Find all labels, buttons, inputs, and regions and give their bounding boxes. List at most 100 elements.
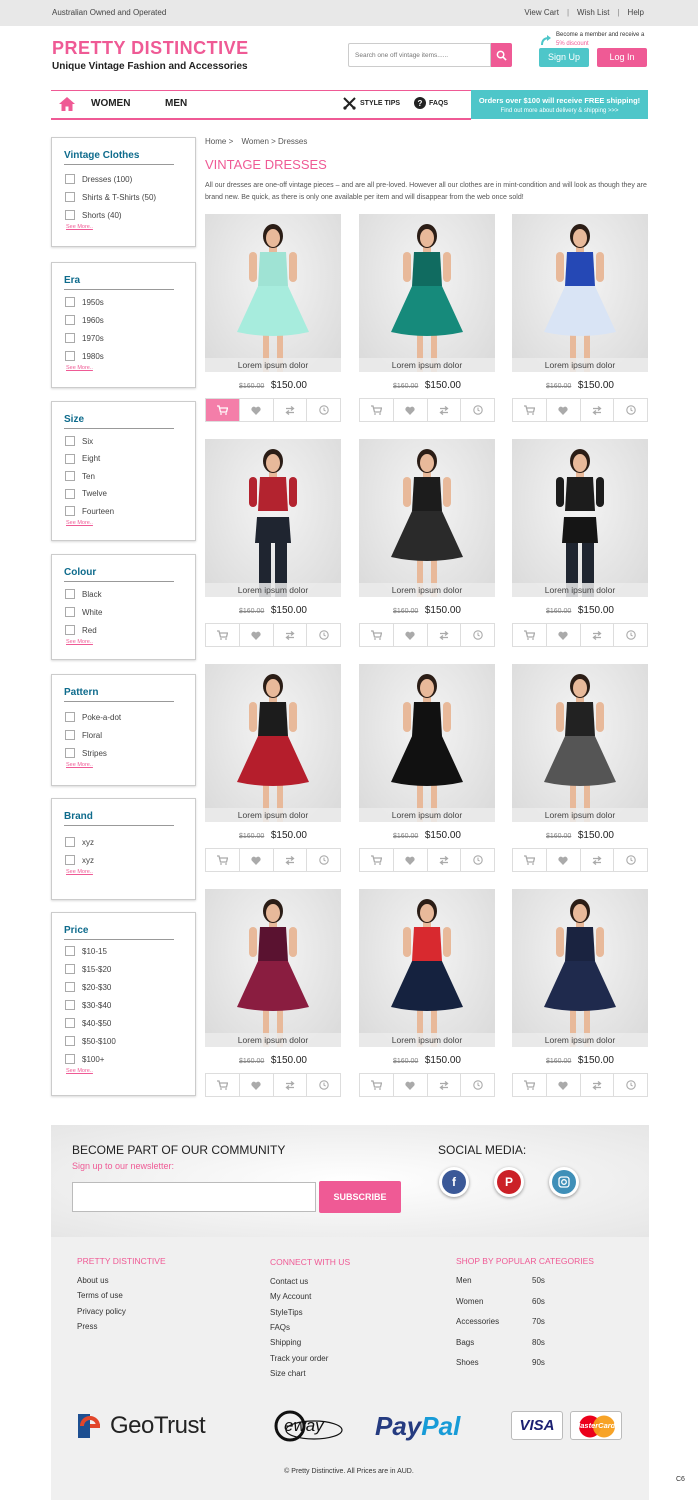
wish-list-link[interactable]: Wish List: [577, 8, 609, 17]
add-to-cart-button[interactable]: [513, 624, 547, 646]
footer-link[interactable]: About us: [77, 1276, 109, 1285]
compare-button[interactable]: [274, 849, 308, 871]
checkbox[interactable]: [65, 712, 75, 722]
product-image[interactable]: [205, 664, 341, 822]
checkbox[interactable]: [65, 351, 75, 361]
era-link[interactable]: 80s: [532, 1338, 545, 1347]
filter-option[interactable]: $30-$40: [65, 1000, 111, 1010]
filter-option[interactable]: Red: [65, 625, 97, 635]
category-link[interactable]: Women: [456, 1297, 483, 1306]
see-more-link[interactable]: See More..: [66, 365, 93, 371]
quick-view-button[interactable]: [307, 624, 340, 646]
product-name[interactable]: Lorem ipsum dolor: [205, 360, 341, 372]
footer-link[interactable]: Privacy policy: [77, 1307, 126, 1316]
product-name[interactable]: Lorem ipsum dolor: [512, 1035, 648, 1047]
product-name[interactable]: Lorem ipsum dolor: [205, 1035, 341, 1047]
filter-title[interactable]: Size: [64, 414, 84, 425]
checkbox[interactable]: [65, 1054, 75, 1064]
quick-view-button[interactable]: [461, 849, 494, 871]
checkbox[interactable]: [65, 471, 75, 481]
category-link[interactable]: Bags: [456, 1338, 474, 1347]
product-name[interactable]: Lorem ipsum dolor: [512, 810, 648, 822]
filter-option[interactable]: Ten: [65, 471, 95, 481]
category-link[interactable]: Shoes: [456, 1358, 479, 1367]
product-image[interactable]: [512, 889, 648, 1047]
era-link[interactable]: 70s: [532, 1317, 545, 1326]
footer-link[interactable]: Shipping: [270, 1338, 301, 1347]
checkbox[interactable]: [65, 982, 75, 992]
product-image[interactable]: [205, 214, 341, 372]
checkbox[interactable]: [65, 589, 75, 599]
quick-view-button[interactable]: [307, 849, 340, 871]
compare-button[interactable]: [428, 399, 462, 421]
compare-button[interactable]: [274, 399, 308, 421]
footer-link[interactable]: My Account: [270, 1292, 311, 1301]
checkbox[interactable]: [65, 855, 75, 865]
footer-link[interactable]: Size chart: [270, 1369, 306, 1378]
filter-option[interactable]: xyz: [65, 855, 94, 865]
free-shipping-banner[interactable]: Orders over $100 will receive FREE shipp…: [471, 90, 648, 119]
checkbox[interactable]: [65, 837, 75, 847]
checkbox[interactable]: [65, 436, 75, 446]
see-more-link[interactable]: See More..: [66, 762, 93, 768]
checkbox[interactable]: [65, 297, 75, 307]
filter-option[interactable]: 1980s: [65, 351, 104, 361]
filter-option[interactable]: $50-$100: [65, 1036, 116, 1046]
filter-title[interactable]: Era: [64, 275, 80, 286]
era-link[interactable]: 90s: [532, 1358, 545, 1367]
see-more-link[interactable]: See More..: [66, 1068, 93, 1074]
checkbox[interactable]: [65, 192, 75, 202]
wishlist-button[interactable]: [394, 399, 428, 421]
product-name[interactable]: Lorem ipsum dolor: [359, 810, 495, 822]
search-button[interactable]: [491, 43, 512, 67]
facebook-icon[interactable]: f: [439, 1167, 469, 1197]
see-more-link[interactable]: See More..: [66, 520, 93, 526]
checkbox[interactable]: [65, 607, 75, 617]
quick-view-button[interactable]: [307, 1074, 340, 1096]
shipping-link[interactable]: Find out more about delivery & shipping …: [471, 108, 648, 114]
compare-button[interactable]: [428, 849, 462, 871]
era-link[interactable]: 50s: [532, 1276, 545, 1285]
filter-option[interactable]: Poke-a-dot: [65, 712, 121, 722]
compare-button[interactable]: [581, 399, 615, 421]
filter-option[interactable]: Stripes: [65, 748, 107, 758]
checkbox[interactable]: [65, 730, 75, 740]
compare-button[interactable]: [428, 624, 462, 646]
add-to-cart-button[interactable]: [513, 399, 547, 421]
checkbox[interactable]: [65, 1018, 75, 1028]
filter-option[interactable]: $20-$30: [65, 982, 111, 992]
footer-link[interactable]: Terms of use: [77, 1291, 123, 1300]
product-image[interactable]: [359, 889, 495, 1047]
product-image[interactable]: [359, 439, 495, 597]
filter-title[interactable]: Brand: [64, 811, 93, 822]
category-link[interactable]: Accessories: [456, 1317, 499, 1326]
quick-view-button[interactable]: [461, 1074, 494, 1096]
add-to-cart-button[interactable]: [513, 849, 547, 871]
wishlist-button[interactable]: [394, 849, 428, 871]
wishlist-button[interactable]: [240, 849, 274, 871]
product-name[interactable]: Lorem ipsum dolor: [359, 1035, 495, 1047]
log-in-button[interactable]: Log In: [597, 48, 647, 67]
checkbox[interactable]: [65, 748, 75, 758]
wishlist-button[interactable]: [394, 624, 428, 646]
wishlist-button[interactable]: [394, 1074, 428, 1096]
product-name[interactable]: Lorem ipsum dolor: [205, 810, 341, 822]
logo-title[interactable]: PRETTY DISTINCTIVE: [52, 38, 249, 59]
home-icon[interactable]: [58, 96, 76, 112]
filter-option[interactable]: $15-$20: [65, 964, 111, 974]
footer-link[interactable]: Press: [77, 1322, 97, 1331]
filter-option[interactable]: xyz: [65, 837, 94, 847]
filter-option[interactable]: Eight: [65, 453, 100, 464]
filter-option[interactable]: Fourteen: [65, 506, 114, 516]
checkbox[interactable]: [65, 1000, 75, 1010]
product-name[interactable]: Lorem ipsum dolor: [512, 360, 648, 372]
filter-option[interactable]: Black: [65, 589, 102, 599]
product-image[interactable]: [205, 439, 341, 597]
filter-option[interactable]: $100+: [65, 1054, 104, 1064]
sign-up-button[interactable]: Sign Up: [539, 48, 589, 67]
filter-option[interactable]: Floral: [65, 730, 102, 740]
filter-option[interactable]: Shorts (40): [65, 210, 122, 220]
nav-style-tips[interactable]: STYLE TIPS: [360, 100, 400, 107]
see-more-link[interactable]: See More..: [66, 224, 93, 230]
product-image[interactable]: [359, 214, 495, 372]
